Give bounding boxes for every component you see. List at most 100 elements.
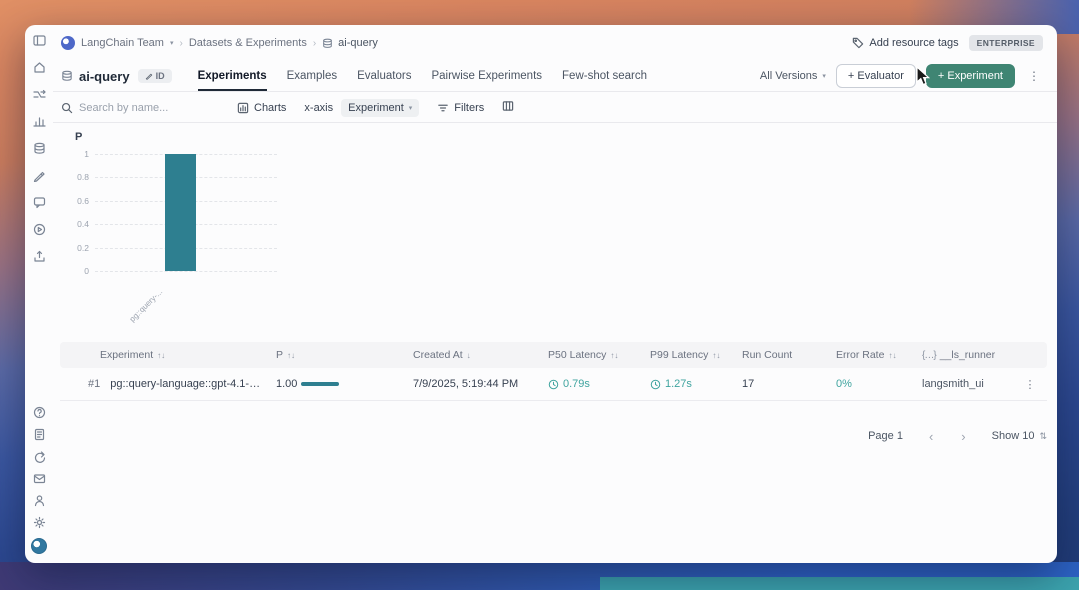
- sort-icon: ↓: [467, 351, 471, 360]
- prev-page-button[interactable]: ‹: [927, 429, 935, 444]
- kebab-menu-icon[interactable]: ⋮: [1025, 69, 1043, 83]
- rail-top-group: [33, 34, 46, 263]
- docs-icon[interactable]: [33, 428, 46, 441]
- error-rate-cell: 0%: [836, 378, 922, 390]
- chart-plot: [95, 154, 277, 271]
- user-icon[interactable]: [33, 494, 46, 507]
- home-icon[interactable]: [33, 61, 46, 74]
- tab-experiments[interactable]: Experiments: [198, 61, 267, 91]
- xaxis-label: x-axis: [304, 102, 333, 114]
- help-icon[interactable]: [33, 406, 46, 419]
- sort-icon: ↑↓: [712, 351, 720, 360]
- filters-button[interactable]: Filters: [437, 102, 484, 114]
- updown-icon: ⇅: [1039, 431, 1047, 442]
- clock-icon: [548, 379, 559, 390]
- braces-icon: {…}: [922, 350, 936, 361]
- table-header-row: Experiment↑↓ P↑↓ Created At↓ P50 Latency…: [60, 342, 1047, 368]
- left-nav-rail: [25, 25, 53, 563]
- plan-badge: ENTERPRISE: [969, 35, 1043, 51]
- experiment-name-link[interactable]: pg::query-language::gpt-4.1-mini::1...: [110, 378, 260, 390]
- add-resource-tags-button[interactable]: Add resource tags: [852, 37, 958, 49]
- p-score-cell: 1.00: [276, 378, 413, 390]
- xaxis-control: x-axis Experiment ▾: [304, 99, 419, 117]
- tab-evaluators[interactable]: Evaluators: [357, 61, 411, 91]
- prompts-icon[interactable]: [33, 196, 46, 209]
- sidebar-toggle-icon[interactable]: [33, 34, 46, 47]
- divider: [53, 122, 1057, 123]
- col-header-p50-latency[interactable]: P50 Latency↑↓: [548, 349, 650, 361]
- row-number: #1: [88, 378, 100, 390]
- chart-title: P: [75, 131, 82, 143]
- col-header-p[interactable]: P↑↓: [276, 349, 413, 361]
- annotation-queues-icon[interactable]: [33, 169, 46, 182]
- col-header-experiment[interactable]: Experiment↑↓: [60, 349, 276, 361]
- user-avatar[interactable]: [31, 538, 47, 554]
- page-size-select[interactable]: Show 10 ⇅: [992, 430, 1047, 442]
- pencil-icon: [145, 72, 153, 80]
- tab-bar: Experiments Examples Evaluators Pairwise…: [198, 61, 647, 91]
- add-experiment-button[interactable]: + Experiment: [926, 64, 1015, 88]
- row-menu-icon[interactable]: ⋮: [1013, 378, 1047, 391]
- p99-latency-cell: 1.27s: [650, 378, 742, 390]
- title-tabs-row: ai-query ID Experiments Examples Evaluat…: [61, 61, 1043, 91]
- col-header-error-rate[interactable]: Error Rate↑↓: [836, 349, 922, 361]
- tab-few-shot-search[interactable]: Few-shot search: [562, 61, 647, 91]
- tracing-projects-icon[interactable]: [33, 88, 46, 101]
- filter-icon: [437, 102, 449, 114]
- settings-gear-icon[interactable]: [33, 516, 46, 529]
- team-avatar[interactable]: [61, 36, 75, 50]
- main-area: LangChain Team ▾ › Datasets & Experiment…: [53, 25, 1057, 563]
- pagination: Page 1 ‹ › Show 10 ⇅: [868, 424, 1047, 448]
- tab-pairwise-experiments[interactable]: Pairwise Experiments: [431, 61, 542, 91]
- sort-icon: ↑↓: [287, 351, 295, 360]
- versions-dropdown[interactable]: All Versions ▾: [760, 70, 826, 82]
- p50-latency-cell: 0.79s: [548, 378, 650, 390]
- mail-icon[interactable]: [33, 472, 46, 485]
- columns-icon: [502, 100, 514, 112]
- toolbar: Charts x-axis Experiment ▾ Filters: [61, 95, 1043, 121]
- add-evaluator-button[interactable]: + Evaluator: [836, 64, 916, 88]
- divider: [53, 91, 1057, 92]
- monitoring-icon[interactable]: [33, 115, 46, 128]
- col-header-run-count[interactable]: Run Count: [742, 349, 836, 361]
- columns-button[interactable]: [502, 99, 514, 117]
- chart-icon: [237, 102, 249, 114]
- col-header-ls-runner[interactable]: {…}__ls_runner: [922, 349, 1013, 361]
- wallpaper-teal-band: [600, 577, 1079, 590]
- tag-icon: [852, 37, 864, 49]
- chart-x-tick-label: pg::query-...: [104, 263, 188, 347]
- runner-cell: langsmith_ui: [922, 378, 1013, 390]
- breadcrumb-team[interactable]: LangChain Team: [81, 37, 164, 49]
- top-header-row: LangChain Team ▾ › Datasets & Experiment…: [61, 33, 1043, 53]
- chart-y-axis: 10.80.60.40.20: [53, 154, 89, 271]
- experiments-table: Experiment↑↓ P↑↓ Created At↓ P50 Latency…: [60, 342, 1047, 401]
- chevron-down-icon[interactable]: ▾: [170, 39, 174, 47]
- created-at-cell: 7/9/2025, 5:19:44 PM: [413, 378, 548, 390]
- chevron-down-icon: ▾: [409, 104, 413, 112]
- col-header-created-at[interactable]: Created At↓: [413, 349, 548, 361]
- search-box: [61, 102, 219, 114]
- sort-icon: ↑↓: [888, 351, 896, 360]
- breadcrumb-section[interactable]: Datasets & Experiments: [189, 37, 307, 49]
- xaxis-select[interactable]: Experiment ▾: [341, 99, 419, 117]
- playground-icon[interactable]: [33, 223, 46, 236]
- page-title: ai-query: [61, 69, 130, 84]
- title-actions: All Versions ▾ + Evaluator + Experiment …: [760, 64, 1043, 88]
- breadcrumb-dataset[interactable]: ai-query: [322, 37, 378, 49]
- sort-icon: ↑↓: [610, 351, 618, 360]
- share-feedback-icon[interactable]: [33, 450, 46, 463]
- breadcrumb: LangChain Team ▾ › Datasets & Experiment…: [61, 36, 378, 50]
- search-input[interactable]: [79, 102, 209, 114]
- rail-bottom-group: [31, 406, 47, 554]
- charts-toggle[interactable]: Charts: [237, 102, 286, 114]
- tab-examples[interactable]: Examples: [287, 61, 338, 91]
- app-window: LangChain Team ▾ › Datasets & Experiment…: [25, 25, 1057, 563]
- id-badge[interactable]: ID: [138, 69, 172, 83]
- col-header-p99-latency[interactable]: P99 Latency↑↓: [650, 349, 742, 361]
- next-page-button[interactable]: ›: [959, 429, 967, 444]
- search-icon: [61, 102, 73, 114]
- deployments-icon[interactable]: [33, 250, 46, 263]
- header-right: Add resource tags ENTERPRISE: [852, 35, 1043, 51]
- datasets-icon[interactable]: [33, 142, 46, 155]
- table-row[interactable]: #1 pg::query-language::gpt-4.1-mini::1..…: [60, 368, 1047, 401]
